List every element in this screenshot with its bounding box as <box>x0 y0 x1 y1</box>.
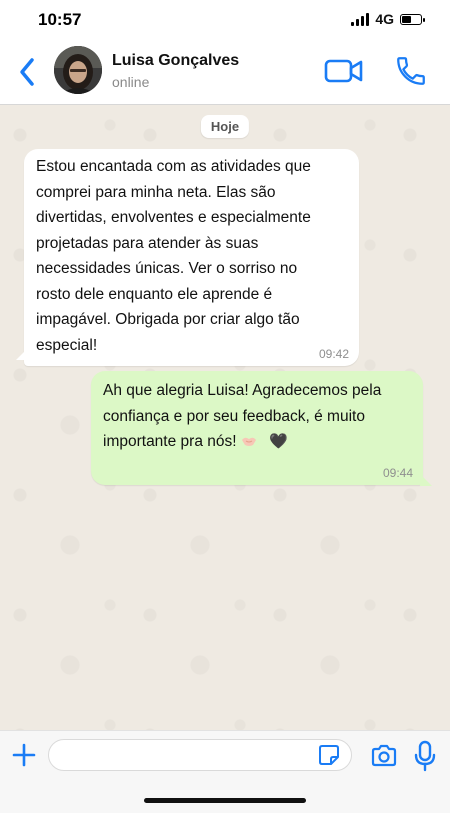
voice-call-button[interactable] <box>394 54 428 88</box>
message-line: especial! <box>36 336 98 354</box>
date-separator: Hoje <box>200 115 250 138</box>
message-text: Ah que alegria Luisa! Agradecemos pela c… <box>103 378 409 455</box>
bubble-tail <box>420 474 432 486</box>
message-input[interactable] <box>48 739 352 771</box>
plus-icon <box>12 743 36 767</box>
status-bar: 10:57 4G <box>0 0 450 40</box>
microphone-button[interactable] <box>413 740 437 772</box>
camera-icon <box>371 744 397 767</box>
sticker-icon <box>319 745 339 765</box>
black-heart-icon: 🖤 <box>269 433 288 450</box>
message-line: Ah que alegria Luisa! Agradecemos pela <box>103 382 382 399</box>
message-time: 09:42 <box>318 347 349 361</box>
message-line: impagável. Obrigada por criar algo tão <box>36 311 300 328</box>
message-line: importante pra nós! <box>103 433 237 450</box>
message-line-with-emoji: importante pra nós! 🖤 <box>103 429 409 455</box>
message-line: rosto dele enquanto ele aprende é <box>36 285 273 303</box>
video-camera-icon <box>324 59 363 83</box>
home-indicator[interactable] <box>144 798 306 803</box>
chat-header: Luisa Gonçalves online <box>0 40 450 105</box>
message-line: confiança e por seu feedback, é muito <box>103 407 365 425</box>
phone-icon <box>397 57 425 85</box>
message-line: divertidas, envolventes e especialmente <box>36 209 311 226</box>
battery-icon <box>400 13 425 25</box>
video-call-button[interactable] <box>324 56 364 86</box>
contact-photo <box>54 46 102 94</box>
avatar[interactable] <box>54 46 102 94</box>
sticker-button[interactable] <box>318 744 340 766</box>
signal-icon <box>351 12 370 26</box>
attach-button[interactable] <box>10 741 38 769</box>
status-indicators: 4G <box>351 11 425 27</box>
network-label: 4G <box>375 11 394 27</box>
message-line: necessidades únicas. Ver o sorriso no <box>36 260 298 277</box>
outgoing-message[interactable]: Ah que alegria Luisa! Agradecemos pela c… <box>91 371 423 485</box>
message-text: Estou encantada com as atividades que co… <box>36 154 345 358</box>
message-line: Estou encantada com as atividades que <box>36 158 311 175</box>
contact-name[interactable]: Luisa Gonçalves <box>112 52 239 70</box>
message-line: comprei para minha neta. Elas são <box>36 183 276 201</box>
handshake-emoji-icon <box>241 437 256 446</box>
back-button[interactable] <box>14 54 44 90</box>
message-time: 09:44 <box>382 466 413 480</box>
chat-area[interactable]: Hoje Estou encantada com as atividades q… <box>0 105 450 730</box>
chevron-left-icon <box>20 58 34 86</box>
microphone-icon <box>414 740 436 772</box>
contact-status: online <box>112 74 150 90</box>
incoming-message[interactable]: Estou encantada com as atividades que co… <box>24 149 359 366</box>
message-line: projetadas para atender às suas <box>36 234 259 252</box>
status-time: 10:57 <box>38 10 82 29</box>
bubble-tail <box>16 348 28 360</box>
camera-button[interactable] <box>370 743 398 769</box>
